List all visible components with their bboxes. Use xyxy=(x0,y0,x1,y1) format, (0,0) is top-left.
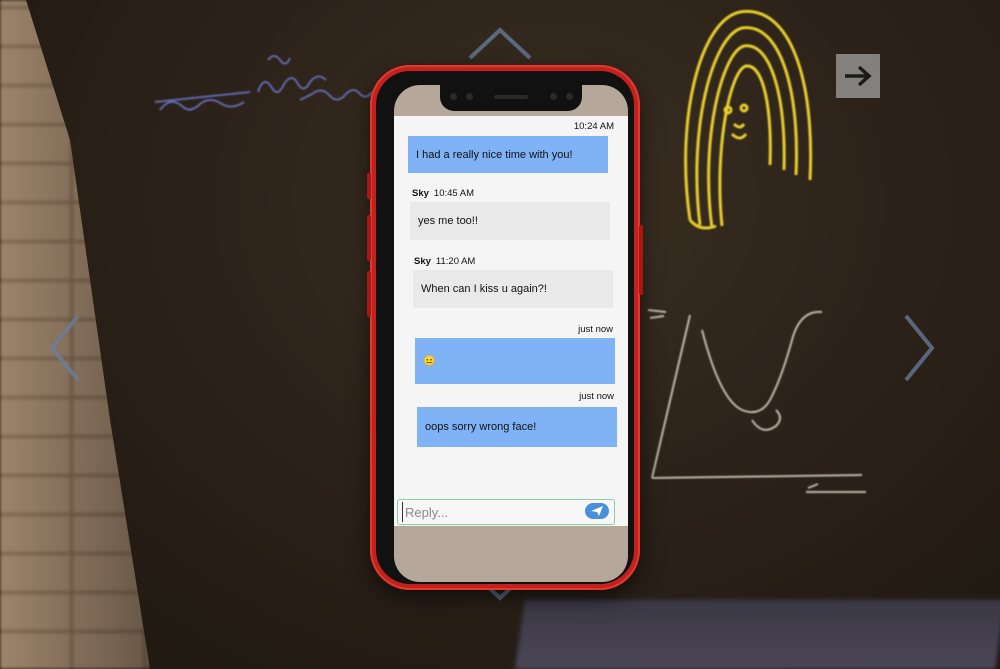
nav-up-button[interactable] xyxy=(466,24,534,62)
chalk-writing xyxy=(154,55,373,111)
send-icon xyxy=(591,506,603,516)
volume-up-button xyxy=(367,215,371,261)
arrow-right-icon xyxy=(845,65,872,87)
message-text: I had a really nice time with you! xyxy=(416,148,573,161)
message-timestamp: 10:45 AM xyxy=(433,188,475,199)
message-bubble-outgoing: oops sorry wrong face! xyxy=(417,407,617,447)
message-sender: Sky xyxy=(414,256,431,267)
chalk-graph xyxy=(647,309,866,493)
mute-switch xyxy=(367,173,371,199)
message-timestamp: just now xyxy=(579,391,614,402)
nav-right-button[interactable] xyxy=(902,312,936,384)
message-text: 😐 xyxy=(423,355,436,367)
chalk-face-drawing xyxy=(684,9,813,230)
phone-notch xyxy=(440,85,582,111)
nav-left-button[interactable] xyxy=(48,312,82,384)
reply-input[interactable] xyxy=(402,502,577,522)
message-bubble-outgoing: 😐 xyxy=(415,338,615,384)
phone-bezel: 10:24 AM I had a really nice time with y… xyxy=(376,71,634,584)
chevron-up-icon xyxy=(468,27,532,60)
speaker-grille xyxy=(494,95,528,99)
message-bubble-incoming: When can I kiss u again?! xyxy=(413,270,613,308)
message-bubble-outgoing: I had a really nice time with you! xyxy=(408,136,608,173)
message-timestamp: just now xyxy=(578,324,613,335)
phone-device: 10:24 AM I had a really nice time with y… xyxy=(367,65,643,590)
send-button[interactable] xyxy=(585,503,609,519)
message-meta: Sky 10:45 AM xyxy=(412,188,474,199)
message-text: When can I kiss u again?! xyxy=(421,283,547,295)
volume-down-button xyxy=(367,271,371,317)
camera-icon xyxy=(450,93,457,100)
reply-bar xyxy=(397,499,615,525)
message-sender: Sky xyxy=(412,188,429,199)
message-text: oops sorry wrong face! xyxy=(425,421,537,433)
phone-screen: 10:24 AM I had a really nice time with y… xyxy=(394,85,628,582)
chevron-right-icon xyxy=(904,314,935,382)
power-button xyxy=(639,225,643,295)
message-timestamp: 10:24 AM xyxy=(573,121,614,132)
message-meta: Sky 11:20 AM xyxy=(414,256,475,267)
message-timestamp: 11:20 AM xyxy=(435,256,476,267)
chat-thread: 10:24 AM I had a really nice time with y… xyxy=(394,116,628,526)
message-text: yes me too!! xyxy=(418,215,478,227)
next-button[interactable] xyxy=(836,54,880,98)
message-bubble-incoming: yes me too!! xyxy=(410,202,610,240)
chevron-left-icon xyxy=(49,314,80,382)
